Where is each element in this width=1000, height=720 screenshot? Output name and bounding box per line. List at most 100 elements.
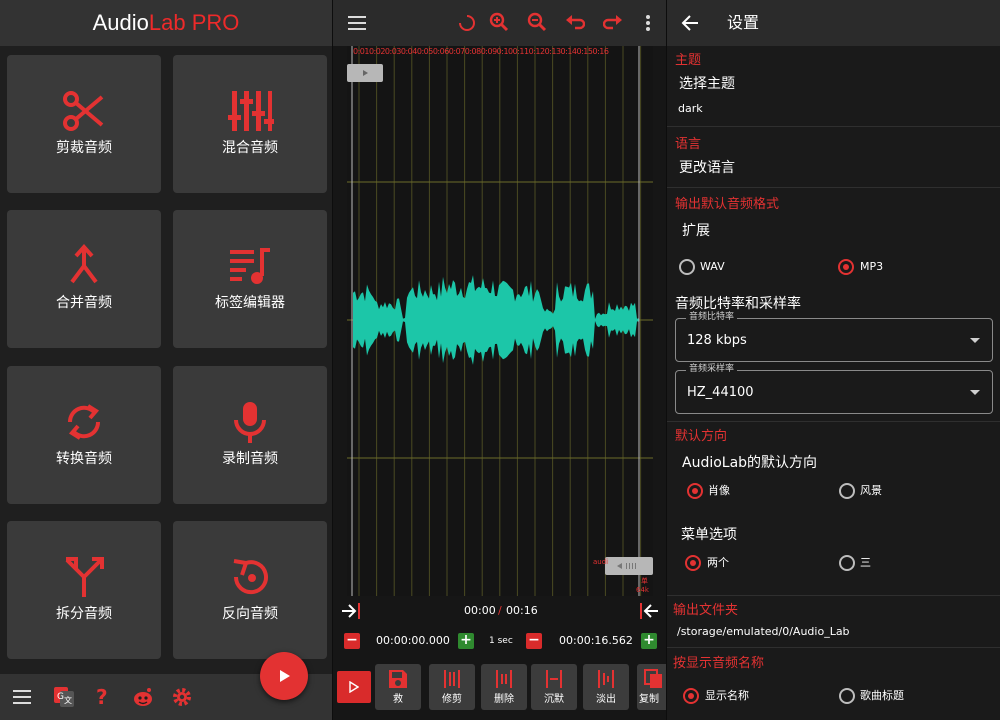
end-handle[interactable] <box>605 557 653 575</box>
delete-segment-icon <box>496 670 512 688</box>
step-size[interactable]: 1 sec <box>489 633 513 649</box>
trim-button[interactable]: 修剪 <box>429 664 475 710</box>
zoom-in-icon[interactable] <box>489 12 509 32</box>
bitrate-label: 音频比特率 <box>686 311 738 323</box>
menu-three-label: 三 <box>860 556 871 569</box>
save-icon <box>389 670 407 688</box>
merge-icon <box>70 243 98 284</box>
folder-path[interactable]: /storage/emulated/0/Audio_Lab <box>677 624 850 640</box>
silence-icon <box>546 670 562 688</box>
menu-icon[interactable] <box>13 689 31 705</box>
zoom-out-icon[interactable] <box>527 12 547 32</box>
language-title[interactable]: 更改语言 <box>679 158 735 178</box>
name-display-label: 显示名称 <box>705 689 749 702</box>
divider <box>667 647 1000 648</box>
reddit-icon[interactable] <box>132 686 154 708</box>
start-handle[interactable] <box>347 64 383 82</box>
redo-icon[interactable] <box>603 14 623 30</box>
tile-tag-editor[interactable]: 标签编辑器 <box>173 210 327 348</box>
sample-rate-value: HZ_44100 <box>687 385 754 400</box>
format-mp3-label: MP3 <box>860 260 884 273</box>
dropdown-caret-icon <box>970 338 980 343</box>
orientation-landscape-radio[interactable] <box>839 483 855 499</box>
tile-label: 转换音频 <box>56 451 112 467</box>
more-vert-icon[interactable] <box>645 14 651 32</box>
format-wav-radio[interactable] <box>679 259 695 275</box>
playlist-music-icon <box>230 248 270 284</box>
silence-button[interactable]: 沉默 <box>531 664 577 710</box>
end-increase-button[interactable]: + <box>641 633 657 649</box>
undo-icon[interactable] <box>565 14 585 30</box>
section-folder-header: 输出文件夹 <box>673 603 739 618</box>
help-icon[interactable]: ? <box>95 686 111 708</box>
app-title-part2: Lab PRO <box>148 10 240 35</box>
orientation-portrait-label: 肖像 <box>708 484 730 497</box>
section-theme-header: 主题 <box>675 53 702 68</box>
menu-two-label: 两个 <box>707 556 729 569</box>
tile-record-audio[interactable]: 录制音频 <box>173 366 327 504</box>
end-time-field[interactable]: 00:00:16.562 <box>559 633 633 649</box>
trim-icon <box>444 670 460 688</box>
format-mp3-radio[interactable] <box>838 259 854 275</box>
start-decrease-button[interactable]: − <box>344 633 360 649</box>
current-time: 00:00 <box>464 604 496 617</box>
menu-three-radio[interactable] <box>839 555 855 571</box>
theme-title[interactable]: 选择主题 <box>679 74 735 94</box>
go-to-start-icon[interactable] <box>341 601 363 621</box>
play-button[interactable] <box>337 671 371 703</box>
translate-icon[interactable]: G 文 <box>53 686 75 708</box>
tile-trim-audio[interactable]: 剪裁音频 <box>7 55 161 193</box>
split-icon <box>65 557 104 597</box>
tile-mix-audio[interactable]: 混合音频 <box>173 55 327 193</box>
fade-out-button[interactable]: 淡出 <box>583 664 629 710</box>
menu-icon[interactable] <box>348 16 366 30</box>
format-wav-label: WAV <box>700 260 725 273</box>
tool-label: 沉默 <box>544 694 564 705</box>
sample-rate-select[interactable]: 音频采样率 HZ_44100 <box>675 363 993 414</box>
chevron-right-icon <box>363 70 368 76</box>
menu-options-title: 菜单选项 <box>681 527 737 543</box>
svg-text:?: ? <box>96 686 108 708</box>
tile-convert-audio[interactable]: 转换音频 <box>7 366 161 504</box>
start-time-field[interactable]: 00:00:00.000 <box>376 633 450 649</box>
song-title-radio[interactable] <box>839 688 855 704</box>
tile-reverse-audio[interactable]: 反向音频 <box>173 521 327 659</box>
song-title-label: 歌曲标题 <box>860 689 904 702</box>
tile-label: 剪裁音频 <box>56 140 112 156</box>
go-to-end-icon[interactable] <box>637 601 659 621</box>
theme-value: dark <box>678 102 703 115</box>
end-marker-label: audi <box>593 558 609 566</box>
loading-icon <box>459 15 475 31</box>
app-title: AudioLab PRO <box>0 8 332 38</box>
menu-two-radio[interactable] <box>685 555 701 571</box>
tile-label: 合并音频 <box>56 295 112 311</box>
sample-rate-label: 音频采样率 <box>686 363 738 375</box>
orientation-portrait-radio[interactable] <box>687 483 703 499</box>
end-decrease-button[interactable]: − <box>526 633 542 649</box>
tile-split-audio[interactable]: 拆分音频 <box>7 521 161 659</box>
total-time: 00:16 <box>506 604 538 617</box>
timeline-ticks: 0:010:020:030:040:050:060:070:080:090:10… <box>353 47 609 56</box>
tile-merge-audio[interactable]: 合并音频 <box>7 210 161 348</box>
copy-button[interactable]: 复制 <box>637 664 666 710</box>
name-display-radio[interactable] <box>683 688 699 704</box>
app-title-part1: Audio <box>92 10 149 35</box>
back-arrow-icon[interactable] <box>681 14 699 32</box>
bitrate-select[interactable]: 音频比特率 128 kbps <box>675 311 993 362</box>
section-name-display-header: 按显示音频名称 <box>673 656 765 671</box>
svg-text:文: 文 <box>64 695 72 705</box>
waveform-area[interactable] <box>347 46 653 596</box>
format-title: 扩展 <box>682 223 710 239</box>
tile-label: 反向音频 <box>222 606 278 622</box>
start-increase-button[interactable]: + <box>458 633 474 649</box>
tool-label: 淡出 <box>596 694 616 705</box>
svg-text:G: G <box>57 692 64 702</box>
settings-icon[interactable] <box>172 687 192 707</box>
delete-segment-button[interactable]: 删除 <box>481 664 527 710</box>
section-format-header: 输出默认音频格式 <box>675 197 780 212</box>
divider <box>667 126 1000 127</box>
save-button[interactable]: 救 <box>375 664 421 710</box>
play-fab-button[interactable] <box>260 652 308 700</box>
scissors-icon <box>63 91 104 131</box>
tile-label: 拆分音频 <box>56 606 112 622</box>
